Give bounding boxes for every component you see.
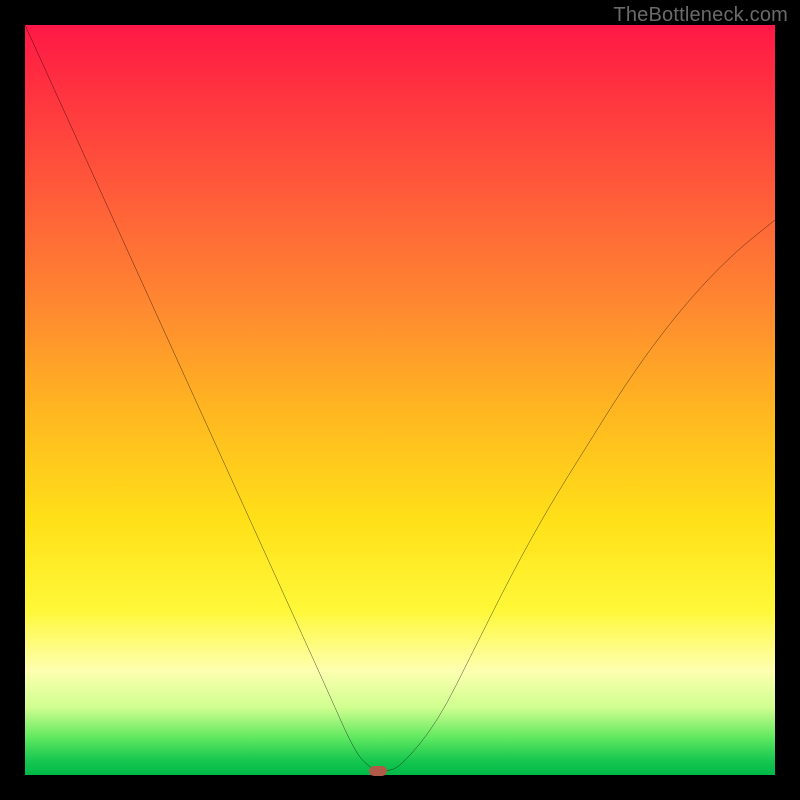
curve-path: [25, 25, 775, 771]
plot-area: [25, 25, 775, 775]
watermark-text: TheBottleneck.com: [613, 4, 788, 27]
optimum-marker: [369, 766, 387, 776]
chart-stage: TheBottleneck.com: [0, 0, 800, 800]
bottleneck-curve: [25, 25, 775, 775]
